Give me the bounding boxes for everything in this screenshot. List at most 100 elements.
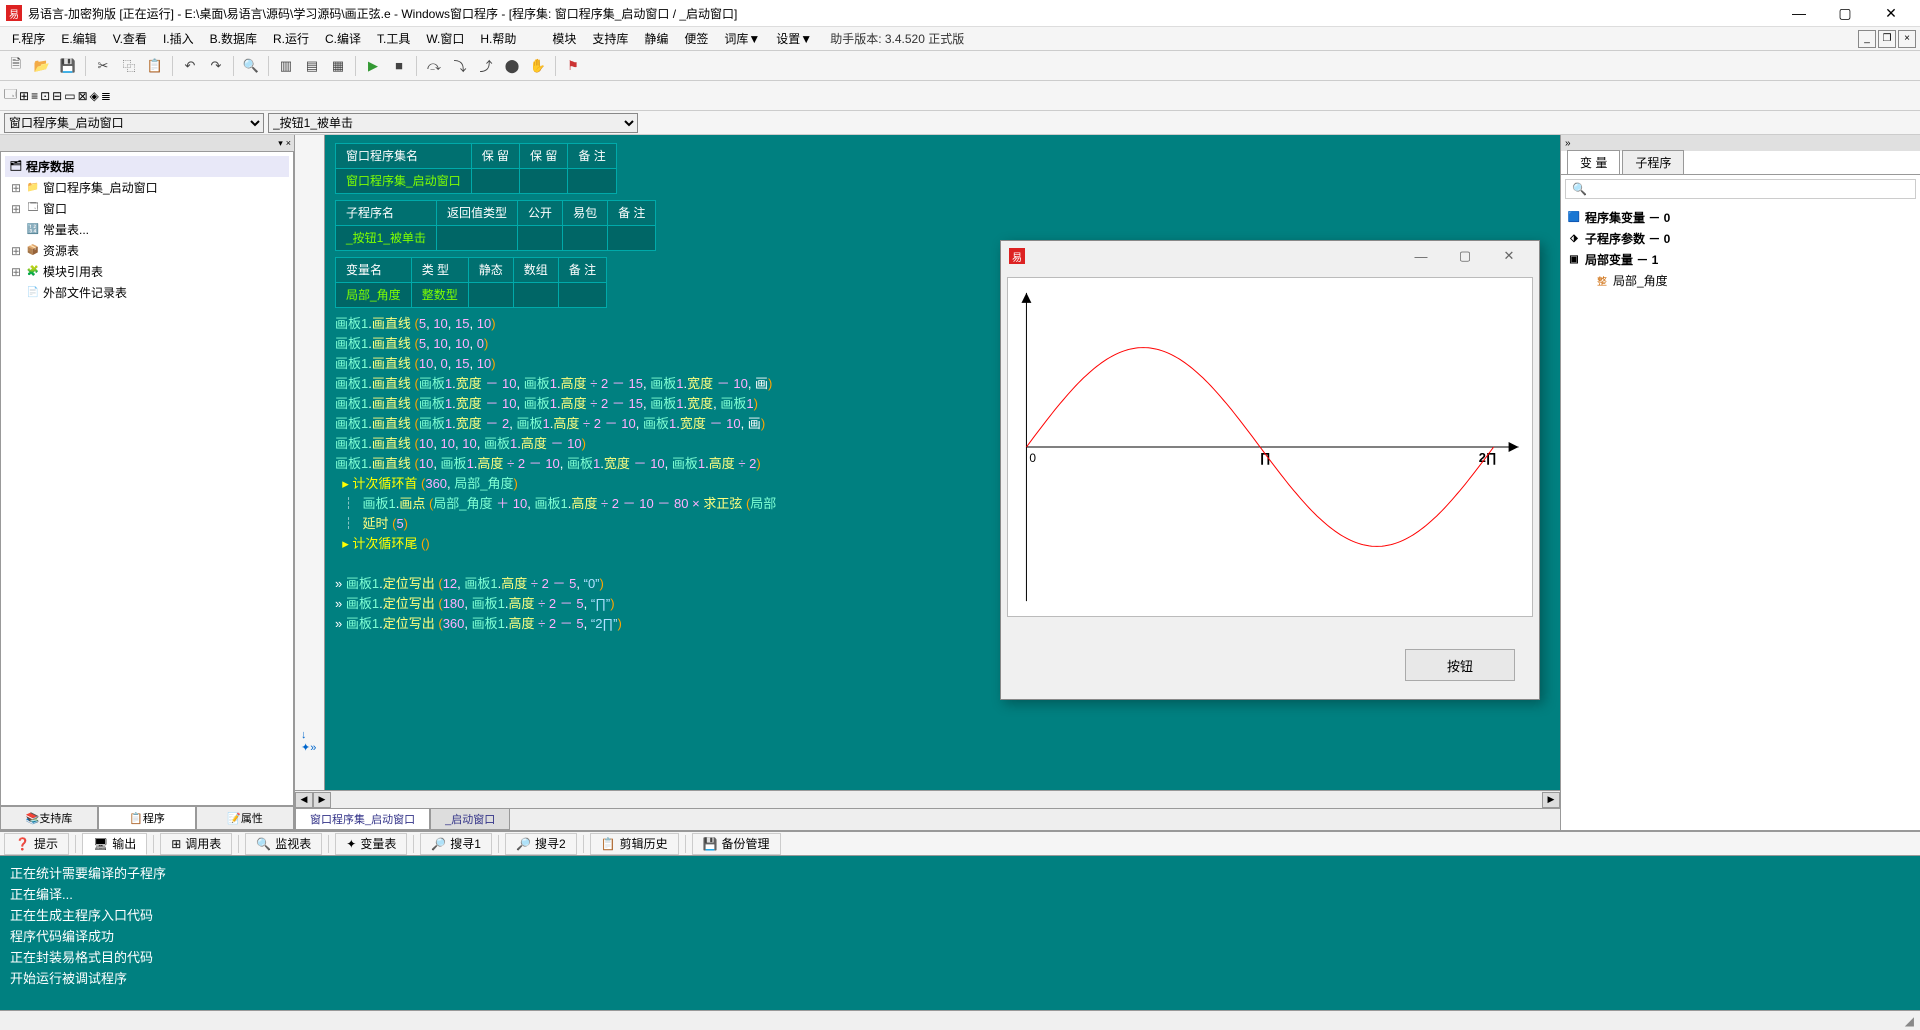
- stop-icon[interactable]: ■: [387, 54, 411, 78]
- scroll-right2-icon[interactable]: ▶: [1542, 792, 1560, 808]
- tree-node[interactable]: ⊞📦资源表: [5, 240, 289, 261]
- tb2-icon-6[interactable]: ▭: [64, 89, 75, 103]
- tb2-icon-1[interactable]: 🗔: [4, 85, 17, 106]
- run-maximize-button[interactable]: ▢: [1443, 242, 1487, 270]
- tab-variables[interactable]: 变 量: [1567, 150, 1620, 174]
- tb2-icon-2[interactable]: ⊞: [19, 89, 29, 103]
- redo-icon[interactable]: ↷: [204, 54, 228, 78]
- menu-settings[interactable]: 设置▼: [768, 30, 820, 47]
- output-line: 正在编译...: [10, 883, 1910, 904]
- run-button[interactable]: 按钮: [1405, 649, 1515, 681]
- tb2-icon-9[interactable]: ≣: [101, 89, 111, 103]
- menu-insert[interactable]: I.插入: [155, 30, 202, 47]
- tree-node-assembly-vars[interactable]: 🟦程序集变量 － 0: [1567, 207, 1914, 228]
- resize-grip-icon[interactable]: ◢: [1905, 1014, 1914, 1028]
- layout1-icon[interactable]: ▥: [274, 54, 298, 78]
- run-minimize-button[interactable]: —: [1399, 242, 1443, 270]
- tree-node[interactable]: 🔢常量表...: [5, 219, 289, 240]
- running-window[interactable]: 易 — ▢ ✕ 0 ∏ 2∏ 按钮: [1000, 240, 1540, 700]
- tree-node[interactable]: ⊞🧩模块引用表: [5, 261, 289, 282]
- mdi-minimize-button[interactable]: _: [1858, 30, 1876, 48]
- copy-icon[interactable]: ⿻: [117, 54, 141, 78]
- search-input[interactable]: [1565, 179, 1916, 199]
- menu-help[interactable]: H.帮助: [472, 30, 524, 47]
- paste-icon[interactable]: 📋: [143, 54, 167, 78]
- tree-root[interactable]: 🗂程序数据: [5, 156, 289, 177]
- run-titlebar[interactable]: 易 — ▢ ✕: [1001, 241, 1539, 271]
- tab-program[interactable]: 📋 程序: [98, 807, 196, 830]
- tab-support-lib[interactable]: 📚 支持库: [0, 807, 98, 830]
- tb2-icon-4[interactable]: ⊡: [40, 89, 50, 103]
- tb2-icon-7[interactable]: ⊠: [78, 89, 88, 103]
- btab-search1[interactable]: 🔎搜寻1: [420, 833, 492, 855]
- menu-program[interactable]: F.程序: [4, 30, 53, 47]
- menu-window[interactable]: W.窗口: [418, 30, 472, 47]
- tree-node[interactable]: ⊞📁窗口程序集_启动窗口: [5, 177, 289, 198]
- tab-subroutines[interactable]: 子程序: [1622, 150, 1684, 174]
- panel-close-icon[interactable]: ×: [286, 138, 291, 148]
- menu-module[interactable]: 模块: [544, 30, 584, 47]
- scroll-left-icon[interactable]: ◀: [295, 792, 313, 808]
- flag-icon[interactable]: ⚑: [561, 54, 585, 78]
- step-out-icon[interactable]: ⤴: [474, 54, 498, 78]
- tab-properties[interactable]: 📝 属性: [196, 807, 294, 830]
- undo-icon[interactable]: ↶: [178, 54, 202, 78]
- resource-icon: 📦: [26, 244, 40, 258]
- menu-view[interactable]: V.查看: [105, 30, 155, 47]
- cut-icon[interactable]: ✂: [91, 54, 115, 78]
- menu-static[interactable]: 静编: [636, 30, 676, 47]
- btab-hint[interactable]: ❓提示: [4, 833, 69, 855]
- layout2-icon[interactable]: ▤: [300, 54, 324, 78]
- menu-tools[interactable]: T.工具: [369, 30, 418, 47]
- menu-notes[interactable]: 便签: [676, 30, 716, 47]
- bottom-panel: ❓提示 🖥输出 ⊞调用表 🔍监视表 ✦变量表 🔎搜寻1 🔎搜寻2 📋剪辑历史 💾…: [0, 830, 1920, 1010]
- step-over-icon[interactable]: ⤼: [422, 54, 446, 78]
- menu-database[interactable]: B.数据库: [202, 30, 265, 47]
- layout3-icon[interactable]: ▦: [326, 54, 350, 78]
- editor-tab-1[interactable]: 窗口程序集_启动窗口: [295, 809, 430, 830]
- btab-output[interactable]: 🖥输出: [82, 833, 147, 855]
- btab-clip[interactable]: 📋剪辑历史: [590, 833, 679, 855]
- h-scrollbar[interactable]: ◀ ▶ ▶: [295, 790, 1560, 808]
- project-tree[interactable]: 🗂程序数据 ⊞📁窗口程序集_启动窗口 ⊞🗔窗口 🔢常量表... ⊞📦资源表 ⊞🧩…: [0, 151, 294, 806]
- tb2-icon-5[interactable]: ⊟: [52, 89, 62, 103]
- panel-pin-icon[interactable]: ▾: [278, 138, 283, 149]
- btab-backup[interactable]: 💾备份管理: [692, 833, 781, 855]
- cursor-icon[interactable]: ✋: [526, 54, 550, 78]
- find-icon[interactable]: 🔍: [239, 54, 263, 78]
- procedure-select[interactable]: _按钮1_被单击: [268, 113, 638, 133]
- btab-watch[interactable]: 🔍监视表: [245, 833, 322, 855]
- tree-node-locals[interactable]: ▣局部变量 － 1: [1567, 249, 1914, 270]
- breakpoint-icon[interactable]: ⬤: [500, 54, 524, 78]
- tree-node-local-angle[interactable]: 整局部_角度: [1567, 270, 1914, 291]
- step-into-icon[interactable]: ⤵: [448, 54, 472, 78]
- variable-tree[interactable]: 🟦程序集变量 － 0 ⬗子程序参数 － 0 ▣局部变量 － 1 整局部_角度: [1561, 203, 1920, 830]
- scroll-right-icon[interactable]: ▶: [313, 792, 331, 808]
- menu-dict[interactable]: 词库▼: [716, 30, 768, 47]
- tree-node-params[interactable]: ⬗子程序参数 － 0: [1567, 228, 1914, 249]
- tree-node[interactable]: ⊞🗔窗口: [5, 198, 289, 219]
- btab-calltable[interactable]: ⊞调用表: [160, 833, 232, 855]
- maximize-button[interactable]: ▢: [1822, 0, 1868, 27]
- tree-node[interactable]: 📄外部文件记录表: [5, 282, 289, 303]
- minimize-button[interactable]: —: [1776, 0, 1822, 27]
- menu-edit[interactable]: E.编辑: [53, 30, 104, 47]
- menu-run[interactable]: R.运行: [265, 30, 317, 47]
- new-file-icon[interactable]: 🗎: [4, 54, 28, 78]
- btab-vartable[interactable]: ✦变量表: [335, 833, 407, 855]
- tb2-icon-8[interactable]: ◈: [90, 89, 99, 103]
- editor-tab-2[interactable]: _启动窗口: [430, 809, 510, 830]
- menu-support[interactable]: 支持库: [584, 30, 636, 47]
- mdi-restore-button[interactable]: ❐: [1878, 30, 1896, 48]
- assembly-select[interactable]: 窗口程序集_启动窗口: [4, 113, 264, 133]
- btab-search2[interactable]: 🔎搜寻2: [505, 833, 577, 855]
- mdi-close-button[interactable]: ×: [1898, 30, 1916, 48]
- close-button[interactable]: ✕: [1868, 0, 1914, 27]
- tb2-icon-3[interactable]: ≡: [31, 89, 38, 103]
- save-file-icon[interactable]: 💾: [56, 54, 80, 78]
- run-close-button[interactable]: ✕: [1487, 242, 1531, 270]
- run-icon[interactable]: ▶: [361, 54, 385, 78]
- menu-compile[interactable]: C.编译: [317, 30, 369, 47]
- output-console[interactable]: 正在统计需要编译的子程序 正在编译... 正在生成主程序入口代码 程序代码编译成…: [0, 856, 1920, 1010]
- open-file-icon[interactable]: 📂: [30, 54, 54, 78]
